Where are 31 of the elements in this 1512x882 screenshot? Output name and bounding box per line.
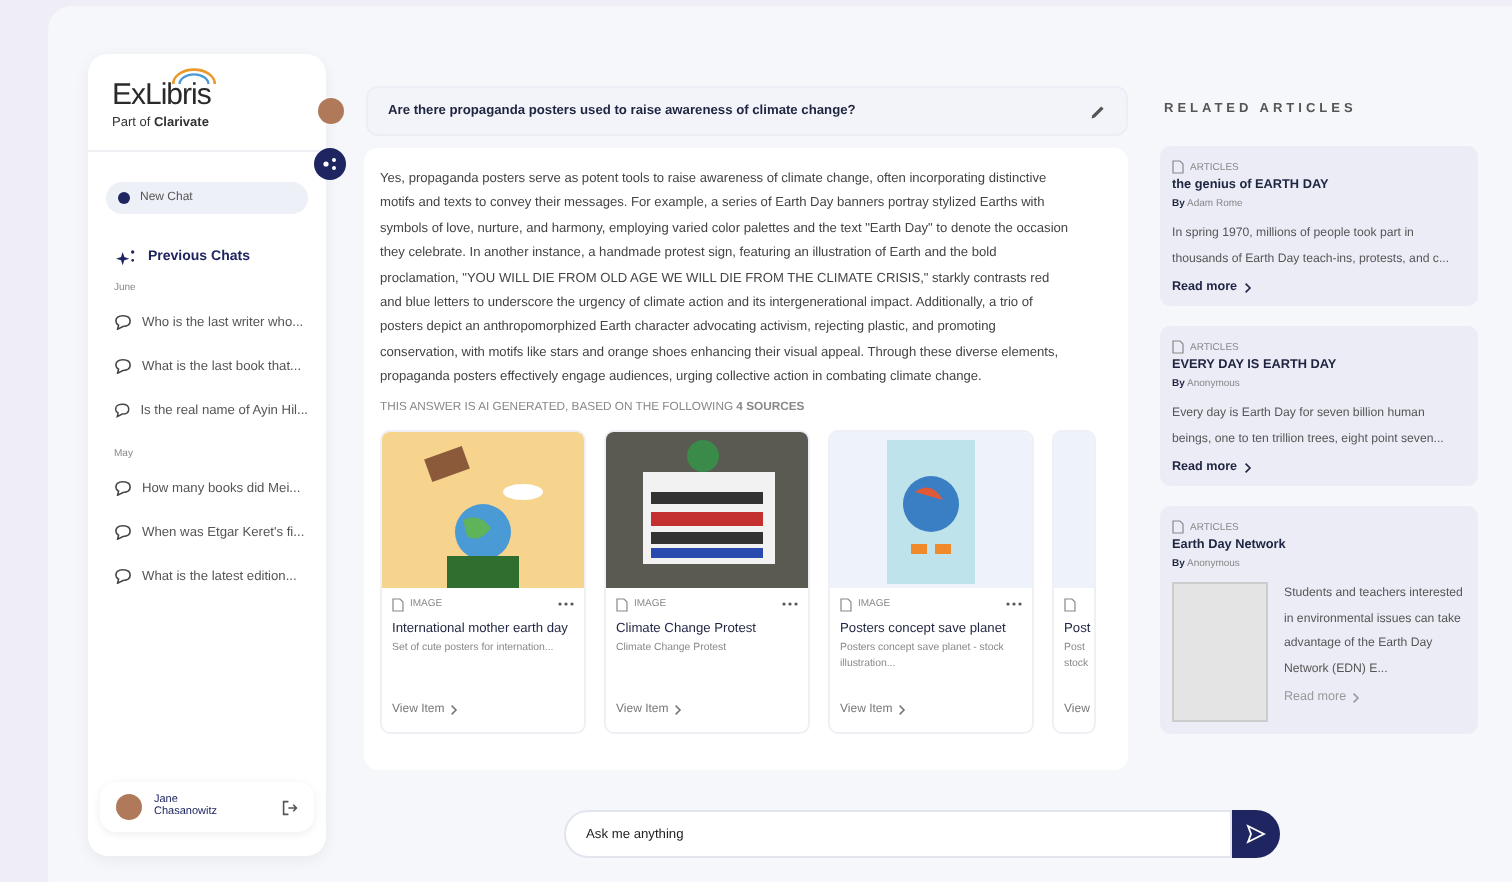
edit-icon[interactable]	[1090, 103, 1106, 119]
document-icon	[840, 597, 852, 612]
document-icon	[616, 597, 628, 612]
document-icon	[1172, 160, 1184, 174]
chevron-icon	[1352, 691, 1361, 703]
chevron-icon	[1243, 281, 1252, 293]
chevron-icon	[674, 703, 683, 716]
chat-bubble-icon	[114, 480, 132, 496]
logout-icon[interactable]	[282, 799, 298, 815]
document-icon	[1064, 597, 1076, 612]
more-icon[interactable]	[1006, 602, 1022, 607]
chat-bubble-icon	[114, 402, 131, 418]
chat-bubble-icon	[114, 524, 132, 540]
chat-bubble-icon	[114, 314, 132, 330]
more-icon[interactable]	[558, 602, 574, 607]
send-icon	[1246, 824, 1266, 844]
chevron-icon	[898, 703, 907, 716]
chevron-icon	[1243, 461, 1252, 473]
more-icon[interactable]	[782, 602, 798, 607]
send-button[interactable]	[1232, 810, 1280, 858]
avatar-icon	[116, 794, 142, 820]
chat-bubble-icon	[114, 568, 132, 584]
logo: ExLibris	[112, 68, 219, 112]
document-icon	[1172, 340, 1184, 354]
avatar-icon	[318, 98, 344, 124]
document-icon	[392, 597, 404, 612]
sparkle-icon	[116, 248, 136, 266]
chat-bubble-icon	[114, 358, 132, 374]
document-icon	[1172, 520, 1184, 534]
chevron-icon	[450, 703, 459, 716]
document-thumbnail	[1172, 582, 1268, 722]
